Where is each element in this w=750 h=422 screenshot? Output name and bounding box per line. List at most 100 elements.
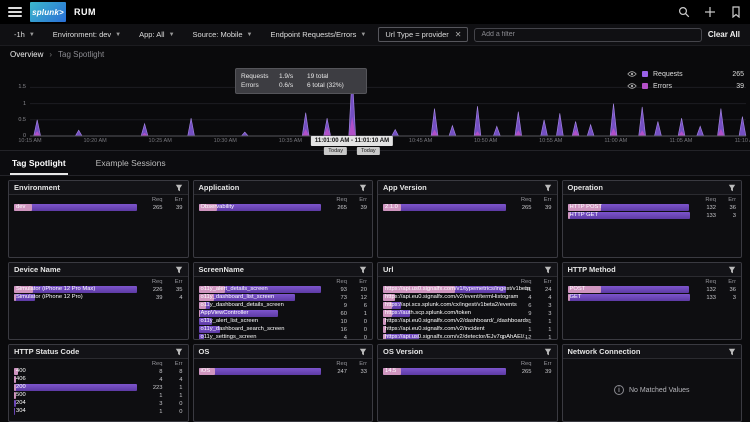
panel-application: ApplicationReqErrObservability26539 [193, 180, 374, 258]
filter-chip-url-type[interactable]: Url Type = provider ✕ [378, 27, 468, 42]
tag-value-label: https://api.us0.signalfx.com/v1/typemetr… [385, 286, 530, 293]
tag-value-row[interactable]: https://api.scs.splunk.com/cx/ingest/v1b… [383, 302, 552, 309]
tag-value-row[interactable]: HTTP GET1333 [568, 212, 737, 219]
tag-value-row[interactable]: Simulator (iPhone 12 Pro)394 [14, 294, 183, 301]
req-column-header: Req [137, 279, 163, 285]
filter-funnel-icon[interactable] [544, 348, 552, 356]
panel-column-headers: ReqErr [194, 195, 373, 204]
tag-value-row[interactable]: https://api.eu0.signalfx.com/v2/event/te… [383, 294, 552, 301]
panel-rows: o11y_alert_details_screen9320o11y_dashbo… [194, 286, 373, 339]
filter-pill[interactable]: Source: Mobile▼ [187, 27, 259, 42]
bookmark-icon[interactable] [730, 6, 742, 18]
tag-value-row[interactable]: 30410 [14, 408, 183, 415]
splunk-logo[interactable]: splunk> [30, 2, 66, 22]
tag-value-row[interactable]: 40088 [14, 368, 183, 375]
requests-errors-chart[interactable]: 00.511.5 10:15 AM10:20 AM10:25 AM10:30 A… [0, 62, 750, 150]
panel-column-headers: ReqErr [194, 359, 373, 368]
tag-value-row[interactable]: o11y_settings_screen40 [199, 334, 368, 339]
filter-funnel-icon[interactable] [544, 184, 552, 192]
search-icon[interactable] [678, 6, 690, 18]
tag-value-row[interactable]: HTTP POST13236 [568, 204, 737, 211]
req-value: 3 [137, 401, 163, 407]
clear-all-button[interactable]: Clear All [708, 30, 742, 39]
tag-value-row[interactable]: https://api.us0.signalfx.com/v1/typemetr… [383, 286, 552, 293]
column-spacer [14, 197, 137, 203]
bar-zone: HTTP GET [568, 212, 691, 219]
tag-value-row[interactable]: 20430 [14, 400, 183, 407]
tag-value-row[interactable]: dev26539 [14, 204, 183, 211]
tag-value-row[interactable]: o11y_dashboard_details_screen96 [199, 302, 368, 309]
err-value: 39 [532, 369, 552, 375]
bar-zone: POST [568, 286, 691, 293]
filter-pill[interactable]: Environment: dev▼ [47, 27, 127, 42]
panel-app-version: App VersionReqErr2.1.026539 [377, 180, 558, 258]
filter-funnel-icon[interactable] [728, 266, 736, 274]
time-range-label: -1h [14, 30, 25, 39]
tag-value-label: POST [570, 286, 586, 293]
tag-value-row[interactable]: 2.1.026539 [383, 204, 552, 211]
tag-value-row[interactable]: GET1333 [568, 294, 737, 301]
tag-value-row[interactable]: 14.526539 [383, 368, 552, 375]
filter-funnel-icon[interactable] [175, 348, 183, 356]
filter-funnel-icon[interactable] [728, 184, 736, 192]
tab-example-sessions[interactable]: Example Sessions [94, 152, 168, 175]
filter-funnel-icon[interactable] [359, 184, 367, 192]
tag-value-row[interactable]: iOS24733 [199, 368, 368, 375]
req-value: 10 [321, 319, 347, 325]
filter-funnel-icon[interactable] [175, 266, 183, 274]
breadcrumb-overview[interactable]: Overview [10, 50, 43, 59]
plus-icon[interactable] [704, 6, 716, 18]
tab-tag-spotlight[interactable]: Tag Spotlight [10, 152, 68, 175]
product-name: RUM [74, 7, 96, 17]
x-tick-label: 11:05 AM [669, 138, 692, 144]
tag-value-row[interactable]: https://api.us0.signalfx.com/v2/detector… [383, 334, 552, 339]
filter-pill[interactable]: App: All▼ [133, 27, 180, 42]
legend-item[interactable]: Errors39 [627, 80, 744, 92]
tag-value-row[interactable]: o11y_alert_details_screen9320 [199, 286, 368, 293]
add-filter-input[interactable] [474, 28, 701, 42]
panel-title: App Version [383, 183, 427, 192]
visibility-eye-icon[interactable] [627, 70, 637, 78]
chevron-down-icon: ▼ [115, 32, 121, 38]
err-value: 8 [163, 369, 183, 375]
tag-value-row[interactable]: 40644 [14, 376, 183, 383]
filter-funnel-icon[interactable] [544, 266, 552, 274]
panel-title: ScreenName [199, 265, 244, 274]
err-value: 36 [716, 205, 736, 211]
err-column-header: Err [347, 197, 367, 203]
tag-value-row[interactable]: POST13236 [568, 286, 737, 293]
tag-value-row[interactable]: o11y_alert_list_screen100 [199, 318, 368, 325]
filter-funnel-icon[interactable] [359, 348, 367, 356]
req-value: 132 [690, 287, 716, 293]
tag-value-row[interactable]: AppViewController601 [199, 310, 368, 317]
filter-bar: -1h ▼ Environment: dev▼ App: All▼ Source: … [0, 24, 750, 46]
tag-value-label: https://api.eu0.signalfx.com/v2/incident [385, 326, 485, 333]
err-value: 3 [716, 213, 736, 219]
tag-value-row[interactable]: o11y_dashboard_search_screen160 [199, 326, 368, 333]
tag-value-row[interactable]: https://auth.scp.splunk.com/token93 [383, 310, 552, 317]
tag-value-row[interactable]: o11y_dashboard_list_screen7312 [199, 294, 368, 301]
time-selection-range: 11:01:00 AM - 11:01:10 AM [311, 136, 393, 146]
hamburger-menu-icon[interactable] [8, 7, 22, 17]
tag-value-row[interactable]: Observability26539 [199, 204, 368, 211]
bar-zone: https://api.us0.signalfx.com/v2/detector… [383, 334, 506, 339]
requests-bar [568, 294, 691, 301]
tooltip-row: Requests1.9/s19 total [241, 72, 361, 81]
req-value: 73 [321, 295, 347, 301]
legend-item[interactable]: Requests265 [627, 68, 744, 80]
filter-chip-label: Url Type = provider [385, 30, 448, 39]
tag-value-row[interactable]: 2002231 [14, 384, 183, 391]
filter-funnel-icon[interactable] [175, 184, 183, 192]
tag-value-row[interactable]: https://api.eu0.signalfx.com/v2/dashboar… [383, 318, 552, 325]
tag-spotlight-grid: EnvironmentReqErrdev26539ApplicationReqE… [0, 176, 750, 422]
filter-funnel-icon[interactable] [728, 348, 736, 356]
visibility-eye-icon[interactable] [627, 82, 637, 90]
tag-value-row[interactable]: Simulator (iPhone 12 Pro Max)22635 [14, 286, 183, 293]
filter-funnel-icon[interactable] [359, 266, 367, 274]
req-column-header: Req [690, 197, 716, 203]
time-range-picker[interactable]: -1h ▼ [8, 27, 41, 42]
tag-value-row[interactable]: https://api.eu0.signalfx.com/v2/incident… [383, 326, 552, 333]
tag-value-row[interactable]: 50011 [14, 392, 183, 399]
close-icon[interactable]: ✕ [455, 30, 462, 39]
filter-pill[interactable]: Endpoint Requests/Errors▼ [265, 27, 373, 42]
